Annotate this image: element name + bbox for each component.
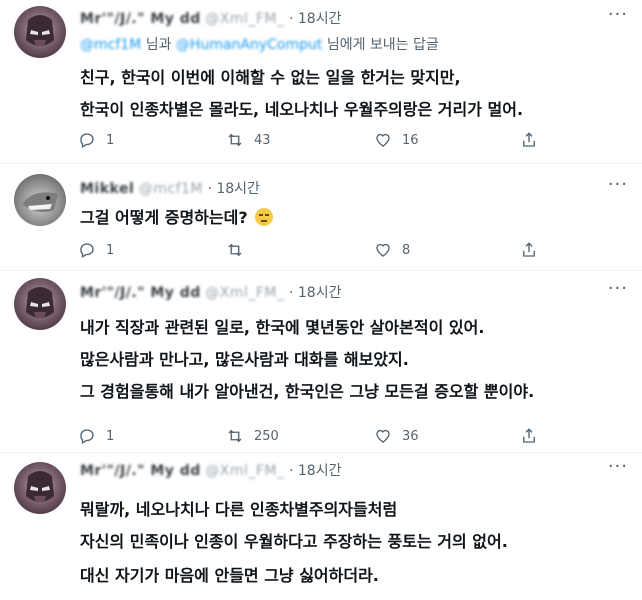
- tweet-2[interactable]: Mikkel @mcf1M · 18시간 ··· 그걸 어떻게 증명하는데? 1…: [0, 164, 642, 274]
- tweet-text: 그걸 어떻게 증명하는데?: [80, 208, 248, 227]
- retweet-count: 250: [254, 428, 279, 444]
- retweet-button[interactable]: 250: [226, 424, 279, 448]
- reply-button[interactable]: 1: [78, 128, 114, 152]
- user-handle[interactable]: @Xml_FM_: [205, 285, 284, 301]
- timestamp[interactable]: 18시간: [216, 181, 260, 197]
- tweet-divider: [0, 452, 642, 453]
- reply-joiner: 님과: [145, 37, 172, 53]
- reply-count: 1: [106, 242, 115, 258]
- separator-dot: ·: [288, 463, 294, 479]
- user-handle[interactable]: @Xml_FM_: [205, 11, 284, 27]
- like-button[interactable]: 36: [374, 424, 419, 448]
- share-icon: [523, 132, 535, 147]
- reply-button[interactable]: 1: [78, 424, 114, 448]
- tweet-actions: 1 8: [78, 238, 538, 262]
- share-button[interactable]: [520, 128, 538, 152]
- tweet-text-line: 그걸 어떻게 증명하는데?: [80, 204, 274, 228]
- separator-dot: ·: [207, 181, 212, 197]
- tweet-text-line: 뭐랄까, 네오나치나 다른 인종차별주의자들처럼: [80, 500, 398, 519]
- user-handle[interactable]: @Xml_FM_: [205, 463, 284, 479]
- like-count: 8: [402, 242, 411, 258]
- tweet-header: Mr'"/J/." My dd @Xml_FM_ · 18시간: [80, 8, 341, 28]
- tweet-header: Mikkel @mcf1M · 18시간: [80, 178, 260, 198]
- iron-helmet-avatar[interactable]: [14, 278, 66, 330]
- share-button[interactable]: [520, 238, 538, 262]
- retweet-icon: [228, 133, 242, 147]
- reply-mention-2[interactable]: @HumanAnyComput: [176, 37, 322, 53]
- retweet-count: 43: [254, 132, 271, 148]
- tweet-actions: 1 43 16: [78, 128, 538, 152]
- share-icon: [523, 428, 535, 443]
- reply-button[interactable]: 1: [78, 238, 114, 262]
- heart-icon: [376, 243, 390, 257]
- retweet-button[interactable]: 43: [226, 128, 271, 152]
- more-options-icon[interactable]: ···: [608, 278, 628, 299]
- iron-helmet-avatar[interactable]: [14, 462, 66, 514]
- retweet-button[interactable]: [226, 238, 254, 262]
- like-button[interactable]: 8: [374, 238, 410, 262]
- more-options-icon[interactable]: ···: [608, 456, 628, 477]
- timestamp[interactable]: 18시간: [298, 463, 342, 479]
- tweet-text-line: 한국이 인종차별은 몰라도, 네오나치나 우월주의랑은 거리가 멀어.: [80, 100, 524, 119]
- tweet-4[interactable]: Mr'"/J/." My dd @Xml_FM_ · 18시간 ··· 뭐랄까,…: [0, 454, 642, 600]
- tweet-text-line: 그 경험을통해 내가 알아낸건, 한국인은 그냥 모든걸 증오할 뿐이야.: [80, 382, 535, 401]
- heart-icon: [376, 133, 390, 147]
- share-button[interactable]: [520, 424, 538, 448]
- tweet-actions: 1 250 36: [78, 424, 538, 448]
- tweet-text-line: 많은사람과 만나고, 많은사람과 대화를 해보았지.: [80, 350, 409, 369]
- tweet-1[interactable]: Mr'"/J/." My dd @Xml_FM_ · 18시간 ··· @mcf…: [0, 0, 642, 162]
- reply-mention-1[interactable]: @mcf1M: [80, 37, 141, 53]
- display-name[interactable]: Mr'"/J/." My dd: [80, 285, 201, 301]
- iron-helmet-avatar[interactable]: [14, 6, 66, 58]
- shark-avatar[interactable]: [14, 174, 66, 226]
- reply-icon: [80, 243, 94, 258]
- more-options-icon[interactable]: ···: [608, 174, 628, 195]
- unamused-face-emoji: [255, 208, 274, 226]
- timestamp[interactable]: 18시간: [298, 285, 342, 301]
- more-options-icon[interactable]: ···: [608, 4, 628, 25]
- tweet-text-line: 자신의 민족이나 인종이 우월하다고 주장하는 풍토는 거의 없어.: [80, 532, 508, 551]
- display-name[interactable]: Mikkel: [80, 181, 134, 197]
- separator-dot: ·: [288, 11, 294, 27]
- heart-icon: [376, 429, 390, 443]
- like-count: 36: [402, 428, 419, 444]
- tweet-header: Mr'"/J/." My dd @Xml_FM_ · 18시간: [80, 460, 341, 480]
- tweet-text-line: 내가 직장과 관련된 일로, 한국에 몇년동안 살아본적이 있어.: [80, 318, 485, 337]
- timestamp[interactable]: 18시간: [298, 11, 342, 27]
- display-name[interactable]: Mr'"/J/." My dd: [80, 11, 201, 27]
- reply-icon: [80, 429, 94, 444]
- tweet-header: Mr'"/J/." My dd @Xml_FM_ · 18시간: [80, 282, 341, 302]
- tweet-divider: [0, 270, 642, 271]
- retweet-icon: [228, 429, 242, 443]
- reply-context: @mcf1M 님과 @HumanAnyComput 님에게 보내는 답글: [80, 34, 439, 54]
- like-button[interactable]: 16: [374, 128, 419, 152]
- share-icon: [523, 242, 535, 257]
- display-name[interactable]: Mr'"/J/." My dd: [80, 463, 201, 479]
- separator-dot: ·: [288, 285, 294, 301]
- retweet-icon: [228, 243, 242, 257]
- tweet-text-line: 친구, 한국이 이번에 이해할 수 없는 일을 한거는 맞지만,: [80, 68, 461, 87]
- like-count: 16: [402, 132, 419, 148]
- reply-suffix: 님에게 보내는 답글: [326, 37, 439, 53]
- tweet-text-line: 대신 자기가 마음에 안들면 그냥 싫어하더라.: [80, 566, 379, 585]
- reply-count: 1: [106, 428, 115, 444]
- reply-icon: [80, 133, 94, 148]
- reply-count: 1: [106, 132, 115, 148]
- tweet-3[interactable]: Mr'"/J/." My dd @Xml_FM_ · 18시간 ··· 내가 직…: [0, 272, 642, 456]
- user-handle[interactable]: @mcf1M: [139, 181, 203, 197]
